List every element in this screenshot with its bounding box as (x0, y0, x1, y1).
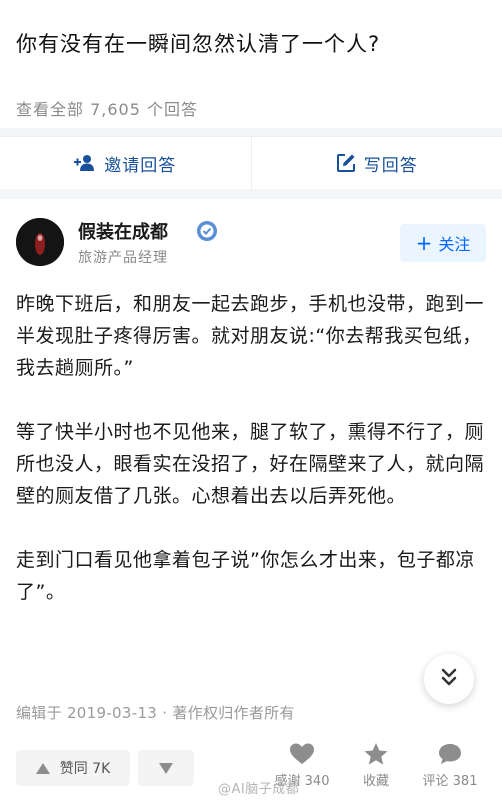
chevron-double-down-icon (440, 667, 458, 691)
answer-paragraph: 昨晚下班后，和朋友一起去跑步，手机也没带，跑到一半发现肚子疼得厉害。就对朋友说:… (16, 293, 485, 379)
answer-content: 昨晚下班后，和朋友一起去跑步，手机也没带，跑到一半发现肚子疼得厉害。就对朋友说:… (16, 288, 488, 640)
invite-person-icon (74, 154, 96, 172)
star-icon (364, 743, 388, 765)
write-answer-label: 写回答 (363, 155, 418, 176)
invite-answer-label: 邀请回答 (104, 155, 177, 176)
heart-icon (290, 743, 314, 764)
scroll-next-button[interactable] (424, 654, 474, 704)
comment-button[interactable]: 评论 381 (420, 742, 480, 789)
follow-button[interactable]: + 关注 (400, 224, 486, 262)
upvote-label: 赞同 7K (59, 761, 111, 777)
comment-label: 评论 381 (422, 774, 478, 789)
downvote-triangle-icon (159, 762, 173, 774)
invite-answer-button[interactable]: 邀请回答 (0, 137, 251, 189)
upvote-button[interactable]: 赞同 7K (16, 750, 130, 786)
question-title: 你有没有在一瞬间忽然认清了一个人? (16, 32, 381, 56)
avatar[interactable] (16, 218, 64, 266)
collect-button[interactable]: 收藏 (346, 742, 406, 789)
comment-bubble-icon (439, 744, 461, 764)
write-answer-button[interactable]: 写回答 (250, 137, 502, 189)
answer-paragraph: 走到门口看见他拿着包子说”你怎么才出来，包子都凉了”。 (16, 549, 475, 603)
downvote-button[interactable] (138, 750, 194, 786)
certified-badge-icon (196, 220, 218, 242)
section-divider (0, 189, 502, 199)
answer-meta: 编辑于 2019-03-13 · 著作权归作者所有 (16, 704, 295, 722)
plus-icon: + (415, 231, 433, 255)
collect-label: 收藏 (362, 774, 389, 789)
author-bio: 旅游产品经理 (78, 250, 168, 266)
view-all-answers-link[interactable]: 查看全部 7,605 个回答 (16, 96, 198, 120)
pencil-edit-icon (336, 153, 356, 173)
author-row: 假装在成都 旅游产品经理 + 关注 (16, 216, 486, 272)
watermark: @AI脑子成都 (218, 782, 300, 797)
upvote-triangle-icon (35, 762, 50, 774)
author-name[interactable]: 假装在成都 (78, 218, 168, 244)
section-divider (0, 128, 502, 136)
follow-label: 关注 (438, 235, 471, 254)
answer-action-bar: 邀请回答 写回答 (0, 136, 502, 190)
answer-paragraph: 等了快半小时也不见他来，腿了软了，熏得不行了，厕所也没人，眼看实在没招了，好在隔… (16, 421, 485, 507)
